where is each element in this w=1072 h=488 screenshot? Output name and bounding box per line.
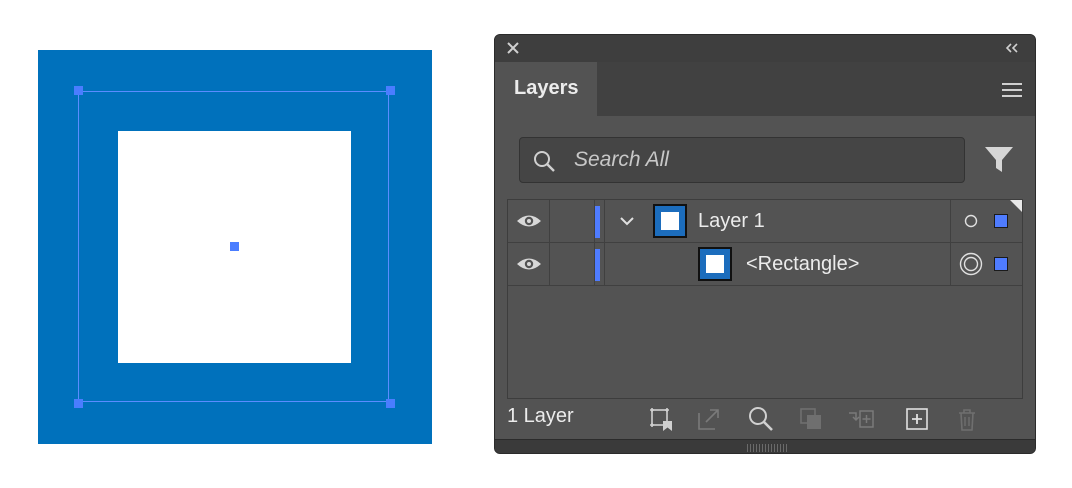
hamburger-menu-icon[interactable] [1001, 82, 1023, 98]
visibility-eye-icon[interactable] [516, 212, 542, 230]
make-clipping-mask-icon[interactable] [797, 405, 825, 433]
layer-color-indicator [595, 206, 600, 238]
search-field [519, 137, 965, 183]
panel-footer: 1 Layer [495, 399, 1035, 439]
export-arrow-icon[interactable] [695, 405, 723, 433]
resize-grip[interactable] [747, 444, 787, 452]
layer-row-rectangle[interactable]: <Rectangle> [508, 243, 1022, 286]
thumbnail-inner-square [661, 212, 679, 230]
layer-count-label: 1 Layer [507, 405, 574, 427]
create-sublayer-icon[interactable] [847, 405, 875, 433]
layers-list: Layer 1 <Rectangle> [507, 199, 1023, 399]
panel-title-bar[interactable] [495, 35, 1035, 62]
double-chevron-left-icon[interactable] [1003, 41, 1021, 55]
thumbnail-inner-square [706, 255, 724, 273]
object-name[interactable]: <Rectangle> [746, 243, 859, 285]
close-icon[interactable] [505, 40, 521, 56]
visibility-eye-icon[interactable] [516, 255, 542, 273]
layer-row-layer-1[interactable]: Layer 1 [508, 200, 1022, 243]
locate-object-icon[interactable] [747, 405, 775, 433]
create-new-layer-icon[interactable] [903, 405, 931, 433]
selection-indicator-square[interactable] [994, 214, 1008, 228]
lock-toggle-cell[interactable] [550, 200, 594, 242]
search-input[interactable] [574, 138, 954, 182]
resize-handle-top-left[interactable] [74, 86, 83, 95]
target-double-circle-icon[interactable] [959, 252, 983, 276]
layer-color-indicator [595, 249, 600, 281]
column-divider [604, 243, 605, 285]
delete-trash-icon[interactable] [953, 405, 981, 433]
selection-indicator-square[interactable] [994, 257, 1008, 271]
column-divider [950, 200, 951, 242]
panel-resize-strip[interactable] [495, 439, 1035, 453]
resize-handle-bottom-left[interactable] [74, 399, 83, 408]
layers-panel: Layers Search All Layer 1 <Rectangle> 1 … [494, 34, 1036, 454]
column-divider [950, 243, 951, 285]
center-point-handle[interactable] [230, 242, 239, 251]
target-circle-icon[interactable] [964, 214, 978, 228]
chevron-down-icon[interactable] [618, 214, 636, 228]
tab-layers[interactable]: Layers [495, 62, 597, 116]
layer-thumbnail [653, 204, 687, 238]
layer-name[interactable]: Layer 1 [698, 200, 765, 242]
resize-handle-top-right[interactable] [386, 86, 395, 95]
filter-funnel-icon[interactable] [983, 143, 1015, 175]
object-thumbnail [698, 247, 732, 281]
collect-for-export-icon[interactable] [647, 405, 675, 433]
panel-tab-strip: Layers [495, 62, 1035, 116]
search-icon [534, 151, 555, 172]
column-divider [604, 200, 605, 242]
current-layer-corner-indicator [1010, 200, 1022, 212]
resize-handle-bottom-right[interactable] [386, 399, 395, 408]
lock-toggle-cell[interactable] [550, 243, 594, 285]
